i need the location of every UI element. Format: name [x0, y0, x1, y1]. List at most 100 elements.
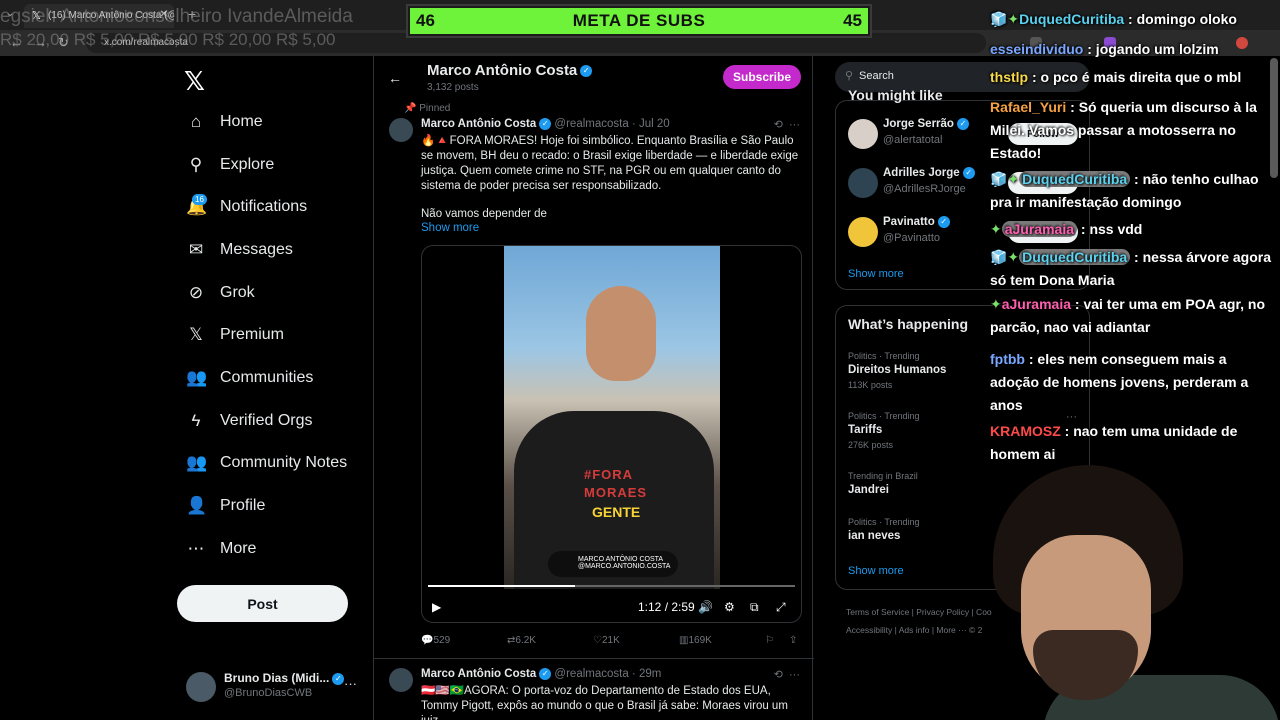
views-button[interactable]: ▥ 169K	[679, 635, 712, 646]
author-meta: @realmacosta · 29m	[554, 668, 662, 681]
chat-badge-icon: ✦	[990, 296, 1002, 312]
sidebar-item-grok[interactable]: ⊘ Grok	[186, 278, 255, 308]
close-tab-icon[interactable]: ✕	[160, 9, 168, 20]
back-arrow-icon[interactable]: ←	[10, 35, 23, 50]
account-switcher[interactable]: Bruno Dias (Midi... ✓ @BrunoDiasCWB ···	[186, 670, 366, 704]
chat-text: : o pco é mais direita que o mbl	[1028, 69, 1242, 85]
communities-icon: 👥	[186, 368, 208, 387]
new-tab-icon[interactable]: +	[188, 6, 196, 22]
trend-item[interactable]: Tariffs	[848, 424, 882, 436]
sidebar-item-messages[interactable]: ✉ Messages	[186, 235, 293, 265]
forward-arrow-icon[interactable]: →	[34, 35, 47, 50]
x-logo-icon[interactable]: 𝕏	[184, 66, 205, 97]
show-more-link[interactable]: Show more	[848, 268, 904, 280]
envelope-icon: ✉	[188, 240, 204, 259]
sidebar-item-community-notes[interactable]: 👥 Community Notes	[186, 448, 347, 478]
divider	[374, 658, 814, 659]
sub-goal-banner: 46 META DE SUBS 45	[406, 4, 872, 38]
share-icon[interactable]: ⇪	[789, 635, 797, 646]
back-arrow-icon[interactable]: ←	[388, 70, 402, 86]
chat-message: thstlp : o pco é mais direita que o mbl	[990, 66, 1278, 89]
post-header: Marco Antônio Costa ✓ @realmacosta · 29m	[421, 668, 661, 680]
sidebar-item-more[interactable]: ⋯ More	[186, 534, 257, 564]
avatar[interactable]	[389, 668, 413, 692]
video-progress-bar[interactable]	[428, 585, 795, 587]
trend-category: Politics · Trending	[848, 411, 920, 421]
trend-item[interactable]: Direitos Humanos	[848, 364, 946, 376]
trend-item[interactable]: Jandrei	[848, 484, 889, 496]
reply-button[interactable]: 💬 529	[421, 635, 450, 646]
video-person	[586, 286, 656, 381]
chat-message: ✦ aJuramaia : nss vdd	[990, 218, 1278, 241]
fullscreen-icon[interactable]: ⤢	[776, 600, 786, 615]
suggestion-name[interactable]: Jorge Serrão ✓	[883, 118, 969, 130]
profile-icon: 👤	[186, 496, 208, 515]
avatar[interactable]	[848, 119, 878, 149]
sidebar-item-verified-orgs[interactable]: ϟ Verified Orgs	[186, 406, 313, 436]
trend-post-count: 276K posts	[848, 440, 894, 450]
footer-links[interactable]: Terms of Service | Privacy Policy | Coo	[846, 607, 992, 617]
video-progress-fill	[428, 585, 575, 587]
chat-text: : eles nem conseguem mais a adoção de ho…	[990, 351, 1249, 413]
suggestion-handle: @AdrillesRJorge	[883, 183, 966, 195]
verified-badge-icon: ✓	[539, 668, 552, 680]
volume-icon[interactable]: 🔊	[698, 600, 713, 614]
avatar[interactable]	[389, 118, 413, 142]
avatar[interactable]	[848, 217, 878, 247]
sidebar-item-explore[interactable]: ⚲ Explore	[186, 150, 274, 180]
repost-button[interactable]: ⇄ 6.2K	[507, 635, 536, 646]
url-field[interactable]: x.com/realmacosta	[86, 33, 986, 53]
suggestion-handle: @Pavinatto	[883, 232, 941, 244]
profile-post-count: 3,132 posts	[427, 82, 479, 93]
chat-badge-icon: 🧊✦	[990, 11, 1020, 27]
video-player[interactable]: #FORA MORAES GENTE MARCO ANTÔNIO COSTA @…	[421, 245, 802, 623]
subscribe-button[interactable]: Subscribe	[723, 65, 801, 89]
tab-list-icon[interactable]: ⌄	[6, 8, 14, 19]
sidebar-item-premium[interactable]: 𝕏 Premium	[186, 320, 284, 350]
footer-links[interactable]: Accessibility | Ads info | More ··· © 2	[846, 625, 982, 635]
browser-tab[interactable]: 𝕏 (16) Marco Antônio Costa (@re... ✕	[24, 4, 174, 28]
more-icon: ⋯	[187, 539, 205, 558]
avatar	[186, 672, 216, 702]
trend-item[interactable]: ian neves	[848, 530, 900, 542]
scrollbar[interactable]	[1270, 58, 1278, 178]
verified-badge-icon: ✓	[332, 672, 345, 685]
sidebar-item-label: Notifications	[220, 198, 308, 215]
video-time: 1:12 / 2:59	[638, 600, 695, 614]
chat-message: ✦aJuramaia : vai ter uma em POA agr, no …	[990, 293, 1278, 339]
profile-timeline: ← Marco Antônio Costa ✓ 3,132 posts Subsc…	[373, 56, 814, 720]
bookmark-icon[interactable]: ⚐	[765, 635, 774, 646]
webcam-overlay	[983, 455, 1280, 720]
like-button[interactable]: ♡ 21K	[593, 635, 620, 646]
post-more-icon[interactable]: ⟲ ···	[774, 118, 800, 131]
verified-badge-icon: ✓	[937, 216, 950, 228]
chat-badge-icon: 🧊✦	[990, 171, 1020, 187]
post-more-icon[interactable]: ⟲ ···	[774, 668, 800, 681]
post-button[interactable]: Post	[177, 585, 348, 622]
avatar[interactable]	[848, 168, 878, 198]
video-caption: GENTE	[592, 504, 641, 520]
chat-username: fptbb	[990, 351, 1025, 367]
sidebar-item-communities[interactable]: 👥 Communities	[186, 363, 313, 393]
chat-badge-icon: 🧊✦	[990, 249, 1020, 265]
show-more-link[interactable]: Show more	[848, 565, 904, 577]
chat-text: : jogando um lolzim	[1083, 41, 1219, 57]
chat-username: aJuramaia	[1001, 296, 1072, 312]
chat-message: 🧊✦ DuquedCuritiba : não tenho culhao pra …	[990, 168, 1278, 214]
author-name: Marco Antônio Costa	[421, 668, 537, 681]
suggestion-name[interactable]: Adrilles Jorge ✓	[883, 167, 975, 179]
show-more-link[interactable]: Show more	[421, 222, 479, 234]
sidebar-item-profile[interactable]: 👤 Profile	[186, 491, 265, 521]
reload-icon[interactable]: ↻	[58, 35, 69, 51]
sidebar-item-home[interactable]: ⌂ Home	[186, 107, 263, 137]
profile-name: Marco Antônio Costa ✓	[427, 62, 593, 79]
trend-category: Trending in Brazil	[848, 471, 918, 481]
suggestion-name[interactable]: Pavinatto ✓	[883, 216, 950, 228]
more-dots-icon[interactable]: ···	[344, 676, 357, 691]
settings-gear-icon[interactable]: ⚙	[724, 600, 735, 614]
account-name: Bruno Dias (Midi... ✓	[224, 671, 345, 685]
picture-in-picture-icon[interactable]: ⧉	[750, 600, 759, 615]
panel-title: You might like	[848, 87, 943, 103]
panel-title: What’s happening	[848, 316, 969, 332]
play-icon[interactable]: ▶	[432, 600, 441, 614]
